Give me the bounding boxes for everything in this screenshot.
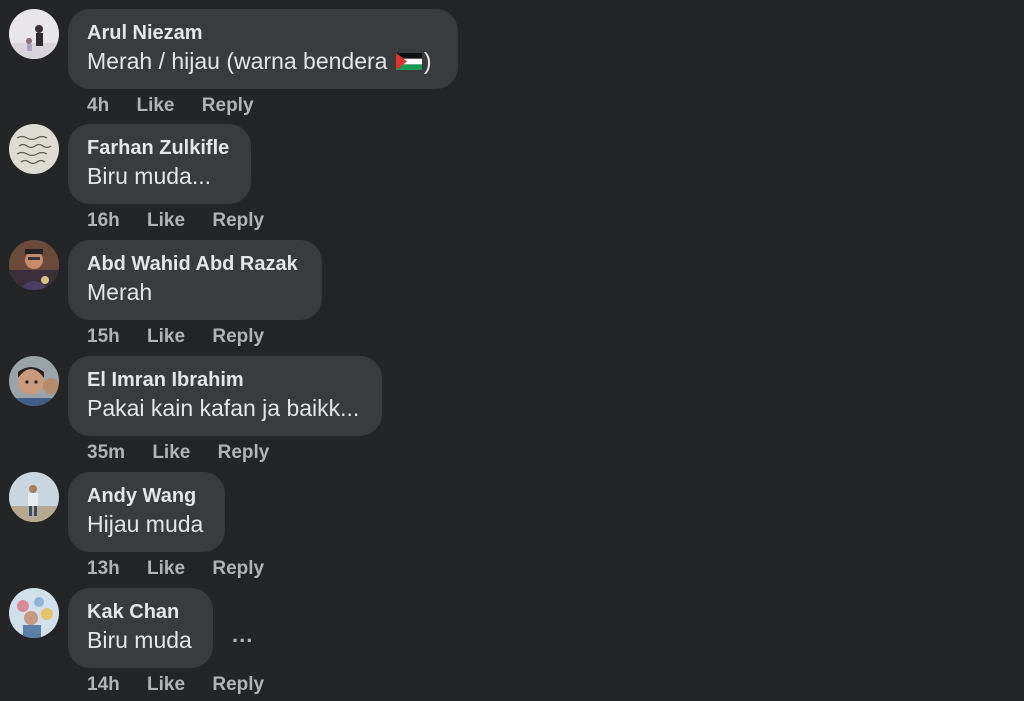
comment-actions: 13h Like Reply <box>87 558 286 580</box>
comment-bubble: Farhan Zulkifle Biru muda... <box>68 124 251 204</box>
comment-actions: 4h Like Reply <box>87 95 276 117</box>
author-name[interactable]: Kak Chan <box>87 599 194 625</box>
author-name[interactable]: Farhan Zulkifle <box>87 135 232 161</box>
comment-bubble: Kak Chan Biru muda <box>68 588 213 668</box>
like-button[interactable]: Like <box>147 674 185 695</box>
reply-button[interactable]: Reply <box>212 558 264 579</box>
like-button[interactable]: Like <box>147 210 185 231</box>
comment-bubble: Arul Niezam Merah / hijau (warna bendera… <box>68 9 458 89</box>
author-name[interactable]: Arul Niezam <box>87 20 439 46</box>
timestamp[interactable]: 4h <box>87 95 109 116</box>
comment-text: Biru muda <box>87 627 192 653</box>
comment-actions: 15h Like Reply <box>87 326 286 348</box>
avatar[interactable] <box>9 9 59 59</box>
avatar[interactable] <box>9 240 59 290</box>
like-button[interactable]: Like <box>147 558 185 579</box>
comment-bubble: Abd Wahid Abd Razak Merah <box>68 240 322 320</box>
comment-text: Hijau muda <box>87 511 204 537</box>
avatar[interactable] <box>9 472 59 522</box>
comment-actions: 14h Like Reply <box>87 674 286 696</box>
comment-text: Merah <box>87 279 153 305</box>
reply-button[interactable]: Reply <box>202 95 254 116</box>
more-options-button[interactable]: ... <box>232 622 253 648</box>
like-button[interactable]: Like <box>152 442 190 463</box>
reply-button[interactable]: Reply <box>212 326 264 347</box>
palestine-flag-icon <box>395 53 422 70</box>
author-name[interactable]: Abd Wahid Abd Razak <box>87 251 303 277</box>
comment-bubble: Andy Wang Hijau muda <box>68 472 225 552</box>
comment-text-suffix: ) <box>423 48 432 74</box>
avatar[interactable] <box>9 356 59 406</box>
timestamp[interactable]: 15h <box>87 326 120 347</box>
comment-text-main: Merah / hijau (warna bendera <box>87 48 388 74</box>
avatar[interactable] <box>9 124 59 174</box>
reply-button[interactable]: Reply <box>218 442 270 463</box>
author-name[interactable]: Andy Wang <box>87 483 206 509</box>
like-button[interactable]: Like <box>147 326 185 347</box>
author-name[interactable]: El Imran Ibrahim <box>87 367 363 393</box>
comment-text: Biru muda... <box>87 163 211 189</box>
comment-actions: 16h Like Reply <box>87 210 286 232</box>
comment-actions: 35m Like Reply <box>87 442 291 464</box>
reply-button[interactable]: Reply <box>212 210 264 231</box>
comment-text: Merah / hijau (warna bendera ) <box>87 46 439 76</box>
reply-button[interactable]: Reply <box>212 674 264 695</box>
timestamp[interactable]: 13h <box>87 558 120 579</box>
comment-text: Pakai kain kafan ja baikk... <box>87 395 360 421</box>
timestamp[interactable]: 16h <box>87 210 120 231</box>
avatar[interactable] <box>9 588 59 638</box>
timestamp[interactable]: 35m <box>87 442 125 463</box>
comment-bubble: El Imran Ibrahim Pakai kain kafan ja bai… <box>68 356 382 436</box>
like-button[interactable]: Like <box>136 95 174 116</box>
timestamp[interactable]: 14h <box>87 674 120 695</box>
